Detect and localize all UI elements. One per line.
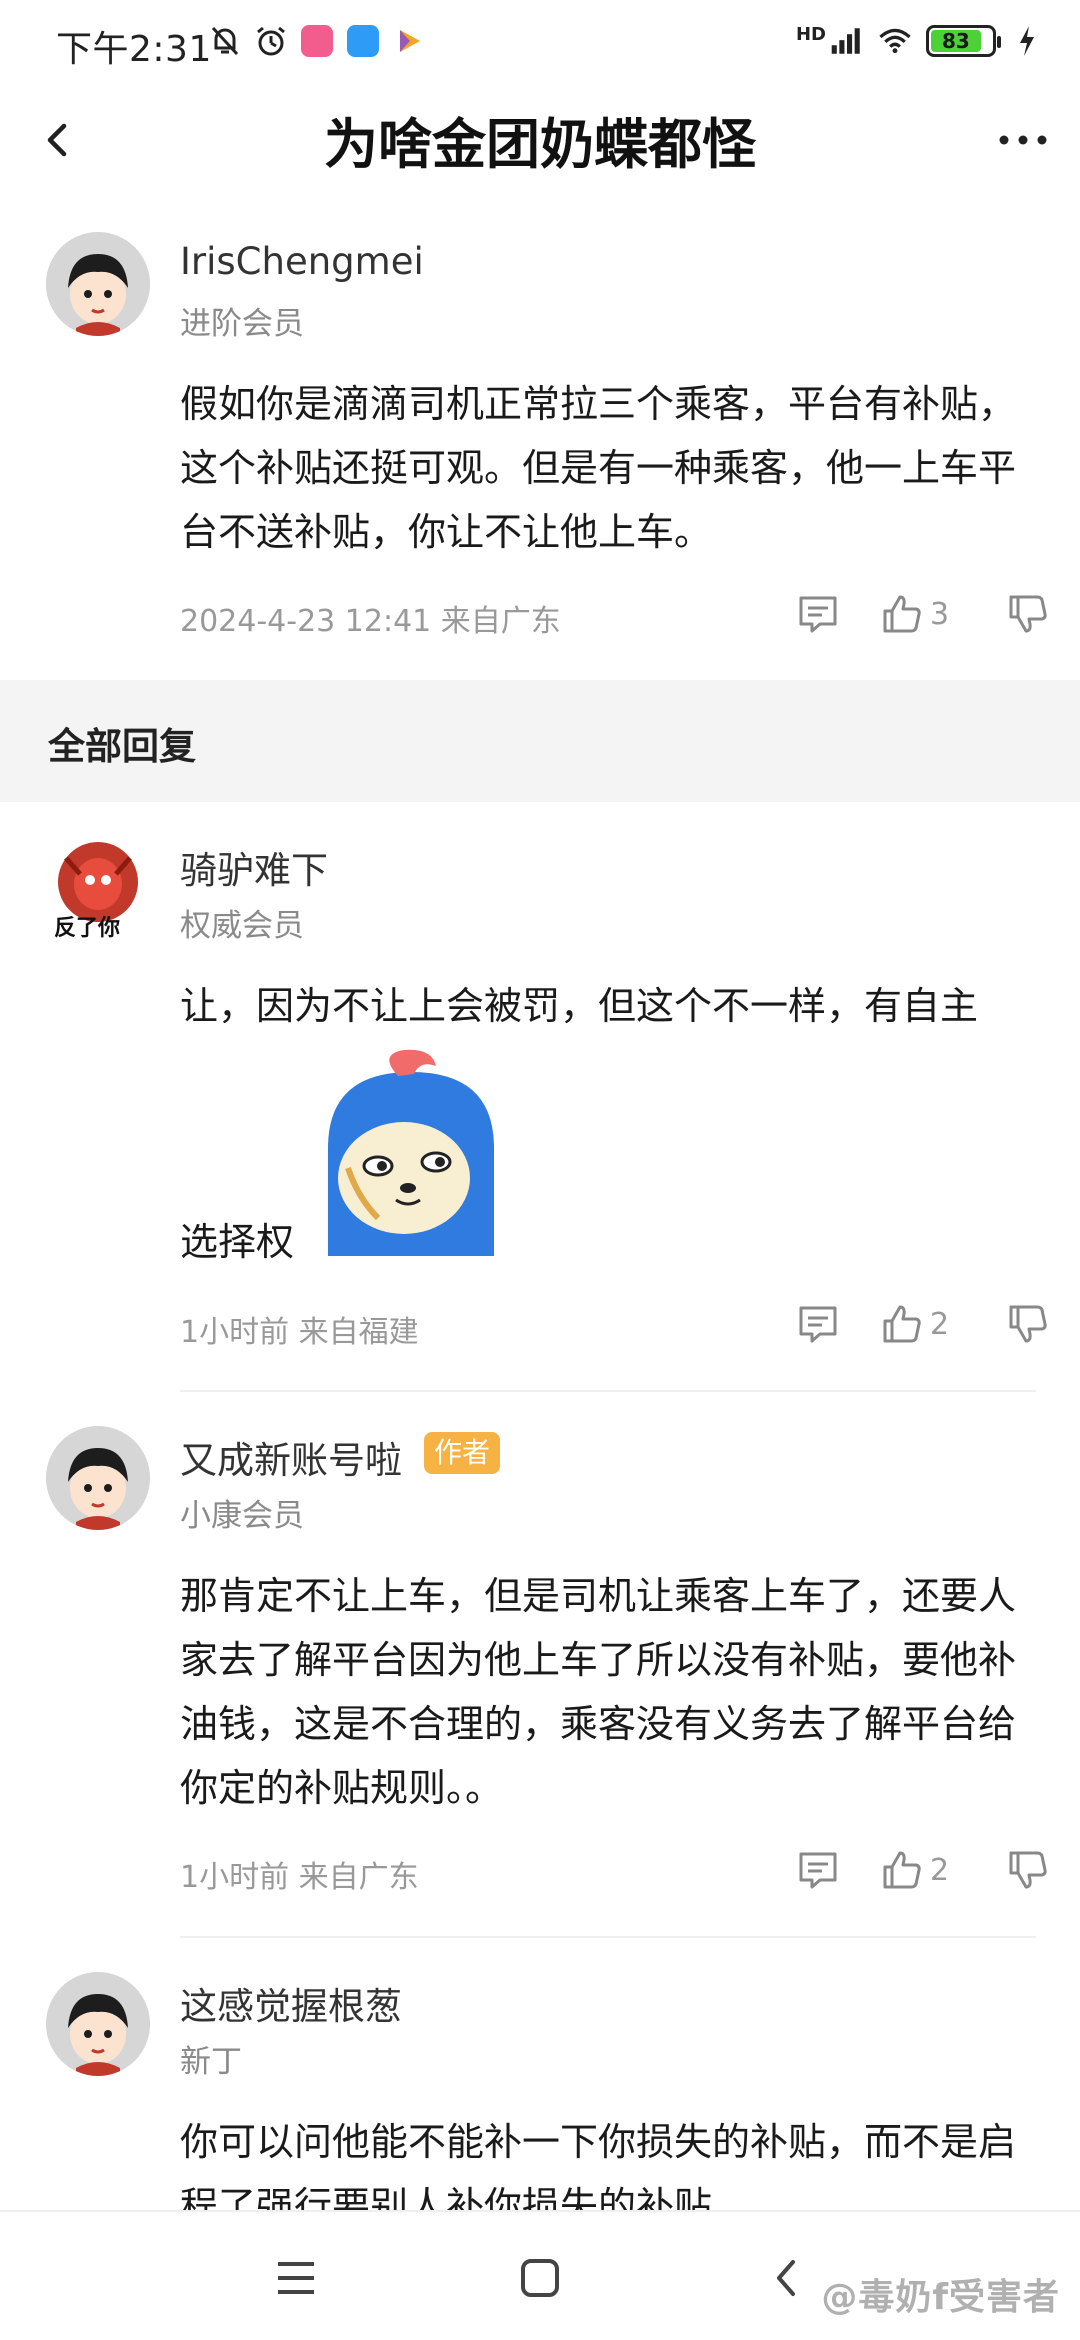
bilibili-app-icon xyxy=(300,24,334,58)
more-dots-icon xyxy=(999,135,1047,145)
thumbs-up-icon xyxy=(883,1305,921,1343)
post-actions: 3 xyxy=(796,592,1050,636)
like-count: 2 xyxy=(930,1306,950,1342)
like-count: 2 xyxy=(930,1852,950,1888)
section-title: 全部回复 xyxy=(48,725,196,768)
recent-apps-button[interactable] xyxy=(266,2248,326,2308)
play-app-icon xyxy=(392,24,426,58)
thumbs-down-icon xyxy=(1009,1305,1047,1343)
mute-bell-icon xyxy=(208,24,242,58)
dislike-button[interactable] xyxy=(1006,1302,1050,1346)
like-button[interactable]: 2 xyxy=(880,1848,956,1892)
blue-app-icon xyxy=(346,24,380,58)
user-name[interactable]: 又成新账号啦 xyxy=(180,1430,402,1484)
avatar[interactable] xyxy=(46,232,150,336)
back-triangle-icon xyxy=(777,2260,795,2296)
menu-icon xyxy=(278,2262,314,2294)
user-name[interactable]: IrisChengmei xyxy=(180,240,424,283)
post-meta: 2024-4-23 12:41 来自广东 xyxy=(180,604,561,639)
user-level: 进阶会员 xyxy=(180,306,304,342)
status-right-icons: HD 83 xyxy=(796,24,1044,58)
dislike-button[interactable] xyxy=(1006,1848,1050,1892)
comment-button[interactable] xyxy=(796,1848,840,1892)
post-content: 假如你是滴滴司机正常拉三个乘客，平台有补贴，这个补贴还挺可观。但是有一种乘客，他… xyxy=(180,382,1017,554)
avatar-caption: 反了你 xyxy=(54,916,121,941)
dislike-button[interactable] xyxy=(1006,592,1050,636)
thumbs-up-icon xyxy=(883,1851,921,1889)
all-replies-section: 全部回复 xyxy=(0,680,1080,802)
user-name[interactable]: 这感觉握根葱 xyxy=(180,1976,402,2030)
like-button[interactable]: 3 xyxy=(880,592,956,636)
like-count: 3 xyxy=(930,596,950,632)
reply-content: 让，因为不让上会被罚，但这个不一样，有自主 xyxy=(180,984,979,1028)
battery-level: 83 xyxy=(931,29,981,53)
watermark: @毒奶f受害者 xyxy=(821,2277,1060,2318)
system-back-button[interactable] xyxy=(756,2248,816,2308)
divider xyxy=(180,1936,1036,1938)
user-level: 新丁 xyxy=(180,2044,242,2080)
thumbs-down-icon xyxy=(1009,595,1047,633)
status-bar: 下午2:31 HD 83 xyxy=(0,0,1080,90)
battery-icon: 83 xyxy=(926,25,1001,57)
reply-actions: 2 xyxy=(796,1848,1050,1892)
avatar[interactable] xyxy=(46,1426,150,1530)
more-options-button[interactable] xyxy=(988,110,1058,170)
status-left-icons xyxy=(208,24,426,58)
signal-icon xyxy=(830,24,864,58)
reply-meta: 1小时前 来自广东 xyxy=(180,1860,419,1895)
page-title: 为啥金团奶蝶都怪 xyxy=(324,113,756,176)
comment-button[interactable] xyxy=(796,592,840,636)
sticker-image xyxy=(308,1048,514,1256)
like-button[interactable]: 2 xyxy=(880,1302,956,1346)
comment-icon xyxy=(799,596,837,633)
author-badge: 作者 xyxy=(424,1432,501,1474)
avatar[interactable] xyxy=(46,1972,150,2076)
reply-actions: 2 xyxy=(796,1302,1050,1346)
charging-icon xyxy=(1010,24,1044,58)
alarm-icon xyxy=(254,24,288,58)
thumbs-up-icon xyxy=(883,595,921,633)
status-time: 下午2:31 xyxy=(56,29,212,70)
top-app-bar: 为啥金团奶蝶都怪 xyxy=(0,90,1080,225)
comment-icon xyxy=(799,1852,837,1889)
wifi-icon xyxy=(878,24,912,58)
reply-content: 那肯定不让上车，但是司机让乘客上车了，还要人家去了解平台因为他上车了所以没有补贴… xyxy=(180,1574,1017,1810)
network-label: HD xyxy=(795,23,826,45)
user-level: 权威会员 xyxy=(180,908,304,944)
divider xyxy=(180,1390,1036,1392)
user-name[interactable]: 骑驴难下 xyxy=(180,840,328,894)
user-level: 小康会员 xyxy=(180,1498,304,1534)
home-button[interactable] xyxy=(510,2248,570,2308)
comment-button[interactable] xyxy=(796,1302,840,1346)
comment-icon xyxy=(799,1306,837,1343)
thumbs-down-icon xyxy=(1009,1851,1047,1889)
reply-meta: 1小时前 来自福建 xyxy=(180,1315,419,1350)
home-square-icon xyxy=(521,2259,559,2297)
avatar[interactable]: 反了你 xyxy=(46,838,150,942)
